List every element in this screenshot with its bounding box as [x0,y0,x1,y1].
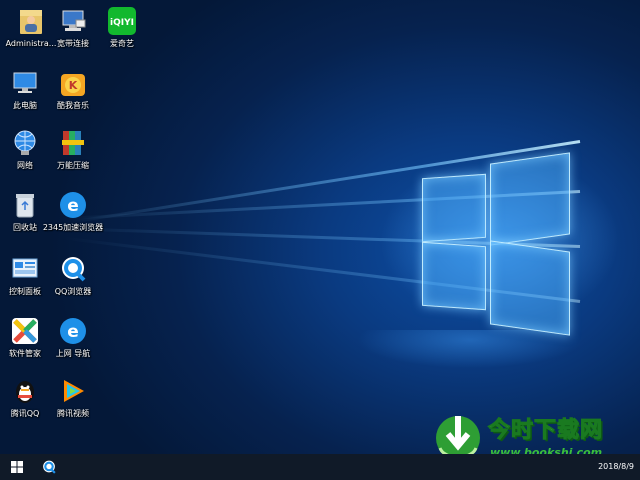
windows-logo-pane [490,240,570,336]
network-icon [10,128,40,158]
network-connection-icon [58,6,88,36]
svg-text:K: K [69,79,78,92]
iqiyi-icon: iQIYI [107,6,137,36]
svg-text:iQIYI: iQIYI [110,18,134,28]
svg-text:e: e [67,196,79,216]
kuwo-music-icon: K [58,68,88,98]
archive-icon [58,128,88,158]
windows-logo-pane [422,173,486,243]
desktop-icon-kuwo[interactable]: K 酷我音乐 [42,68,104,111]
desktop-icon-label: 爱奇艺 [110,39,134,48]
taskbar-clock-date[interactable]: 2018/8/9 [598,462,634,471]
qq-browser-icon [43,460,56,474]
windows-logo-pane [422,241,486,311]
qq-browser-icon [58,254,88,284]
watermark-url: www.bookshi.com [490,446,603,454]
windows-logo-icon [11,461,23,473]
download-arrow-logo-icon [436,416,480,454]
desktop-wallpaper: Administra... 宽带连接 iQIYI 爱奇艺 此电脑 K 酷我音乐 … [0,0,640,454]
windows-logo-pane [490,152,570,246]
desktop-icon-label: 腾讯视频 [57,409,89,418]
browser-2345-icon: e [58,190,88,220]
watermark: 今时下载网 www.bookshi.com [428,408,638,454]
desktop-icon-label: 万能压缩 [57,161,89,170]
start-button[interactable] [0,454,34,480]
software-manager-icon [10,316,40,346]
desktop-icon-tencent-video[interactable]: 腾讯视频 [42,376,104,419]
desktop-icon-ie-navigation[interactable]: e 上网 导航 [42,316,104,359]
desktop-icon-label: 上网 导航 [55,349,91,358]
recycle-bin-icon [10,190,40,220]
svg-text:e: e [67,322,79,342]
watermark-title: 今时下载网 [487,418,604,444]
computer-icon [10,68,40,98]
qq-penguin-icon [10,376,40,406]
control-panel-icon [10,254,40,284]
desktop-icon-archive[interactable]: 万能压缩 [42,128,104,171]
desktop-icon-2345-browser[interactable]: e 2345加速浏览器 [42,190,104,233]
tencent-video-icon [58,376,88,406]
desktop-icon-label: 2345加速浏览器 [42,223,104,232]
ie-navigation-icon: e [58,316,88,346]
taskbar-qq-browser-button[interactable] [36,454,62,480]
desktop-icon-qq-browser[interactable]: QQ浏览器 [42,254,104,297]
desktop-icon-label: 酷我音乐 [57,101,89,110]
taskbar: 2018/8/9 [0,454,640,480]
desktop-icon-label: QQ浏览器 [54,287,92,296]
desktop-icon-iqiyi[interactable]: iQIYI 爱奇艺 [91,6,153,49]
